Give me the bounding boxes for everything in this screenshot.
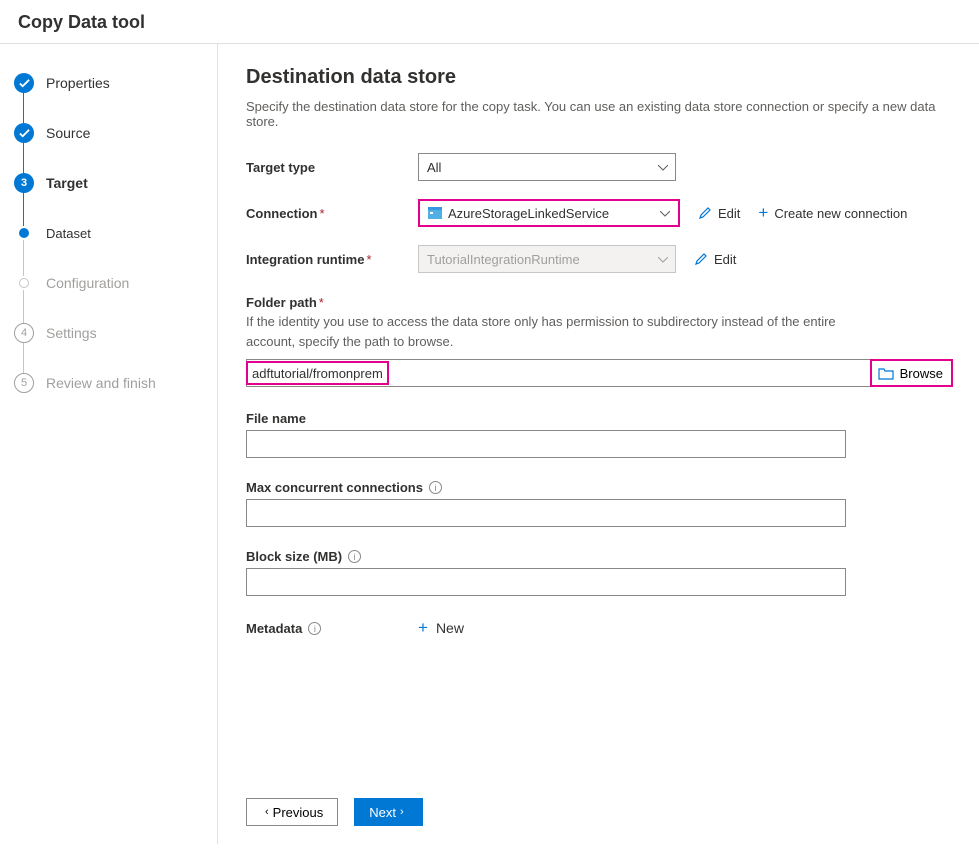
info-icon[interactable]: i bbox=[308, 622, 321, 635]
info-icon[interactable]: i bbox=[429, 481, 442, 494]
chevron-down-icon bbox=[658, 250, 668, 268]
folder-path-description: If the identity you use to access the da… bbox=[246, 312, 886, 351]
storage-icon bbox=[428, 207, 442, 219]
edit-runtime-button[interactable]: Edit bbox=[694, 252, 736, 267]
link-label: Edit bbox=[714, 252, 736, 267]
step-number-icon: 4 bbox=[14, 323, 34, 343]
row-target-type: Target type All bbox=[246, 151, 953, 183]
plus-icon: + bbox=[758, 206, 768, 220]
chevron-left-icon: ‹ bbox=[265, 806, 269, 818]
sidebar-step-properties[interactable]: Properties bbox=[14, 70, 203, 96]
link-label: Edit bbox=[718, 206, 740, 221]
row-connection: Connection* AzureStorageLinkedService Ed… bbox=[246, 197, 953, 229]
check-icon bbox=[14, 123, 34, 143]
button-label: New bbox=[436, 620, 464, 636]
runtime-dropdown[interactable]: TutorialIntegrationRuntime bbox=[418, 245, 676, 273]
substep-dot-icon bbox=[19, 278, 29, 288]
runtime-label: Integration runtime* bbox=[246, 252, 418, 267]
folder-path-input[interactable]: adftutorial/fromonprem bbox=[246, 361, 389, 385]
max-connections-label: Max concurrent connectionsi bbox=[246, 480, 953, 495]
folder-icon bbox=[878, 366, 894, 380]
step-label: Settings bbox=[46, 325, 97, 341]
button-label: Previous bbox=[273, 805, 324, 820]
sidebar-step-target[interactable]: 3 Target bbox=[14, 170, 203, 196]
sidebar-step-source[interactable]: Source bbox=[14, 120, 203, 146]
metadata-new-button[interactable]: + New bbox=[418, 620, 464, 636]
dropdown-value: All bbox=[427, 160, 441, 175]
sidebar-substep-dataset[interactable]: Dataset bbox=[14, 220, 203, 246]
step-label: Configuration bbox=[46, 275, 129, 291]
connection-label: Connection* bbox=[246, 206, 418, 221]
sidebar-substep-configuration[interactable]: Configuration bbox=[14, 270, 203, 296]
button-label: Next bbox=[369, 805, 396, 820]
file-name-input[interactable] bbox=[246, 430, 846, 458]
wizard-sidebar: Properties Source 3 Target Dataset bbox=[0, 44, 218, 844]
step-label: Review and finish bbox=[46, 375, 156, 391]
step-label: Source bbox=[46, 125, 90, 141]
sidebar-step-review[interactable]: 5 Review and finish bbox=[14, 370, 203, 396]
page-title: Destination data store bbox=[246, 66, 953, 89]
substep-dot-icon bbox=[19, 228, 29, 238]
step-number-icon: 5 bbox=[14, 373, 34, 393]
dropdown-value: TutorialIntegrationRuntime bbox=[427, 252, 580, 267]
target-type-label: Target type bbox=[246, 160, 418, 175]
check-icon bbox=[14, 73, 34, 93]
chevron-right-icon: › bbox=[400, 806, 404, 818]
folder-path-label: Folder path* bbox=[246, 295, 953, 310]
folder-path-input-wrapper: adftutorial/fromonprem bbox=[246, 359, 871, 387]
row-integration-runtime: Integration runtime* TutorialIntegration… bbox=[246, 243, 953, 275]
info-icon[interactable]: i bbox=[348, 550, 361, 563]
next-button[interactable]: Next › bbox=[354, 798, 422, 826]
button-label: Browse bbox=[900, 366, 943, 381]
edit-connection-button[interactable]: Edit bbox=[698, 206, 740, 221]
block-size-label: Block size (MB)i bbox=[246, 549, 953, 564]
browse-button[interactable]: Browse bbox=[870, 359, 953, 387]
step-label: Target bbox=[46, 175, 88, 191]
block-size-input[interactable] bbox=[246, 568, 846, 596]
link-label: Create new connection bbox=[774, 206, 907, 221]
plus-icon: + bbox=[418, 621, 428, 635]
target-type-dropdown[interactable]: All bbox=[418, 153, 676, 181]
sidebar-step-settings[interactable]: 4 Settings bbox=[14, 320, 203, 346]
previous-button[interactable]: ‹ Previous bbox=[246, 798, 338, 826]
file-name-label: File name bbox=[246, 411, 953, 426]
folder-path-input-extent[interactable] bbox=[389, 360, 870, 386]
metadata-label: Metadatai bbox=[246, 621, 418, 636]
max-connections-input[interactable] bbox=[246, 499, 846, 527]
step-label: Dataset bbox=[46, 226, 91, 241]
dropdown-value: AzureStorageLinkedService bbox=[448, 206, 609, 221]
main-panel: Destination data store Specify the desti… bbox=[218, 44, 979, 844]
create-connection-button[interactable]: + Create new connection bbox=[758, 206, 907, 221]
app-title: Copy Data tool bbox=[0, 0, 979, 43]
pencil-icon bbox=[694, 252, 708, 266]
chevron-down-icon bbox=[660, 204, 670, 222]
footer-nav: ‹ Previous Next › bbox=[246, 768, 953, 826]
chevron-down-icon bbox=[658, 158, 668, 176]
step-label: Properties bbox=[46, 75, 110, 91]
step-number-icon: 3 bbox=[14, 173, 34, 193]
pencil-icon bbox=[698, 206, 712, 220]
connection-dropdown[interactable]: AzureStorageLinkedService bbox=[418, 199, 680, 227]
page-description: Specify the destination data store for t… bbox=[246, 99, 953, 129]
